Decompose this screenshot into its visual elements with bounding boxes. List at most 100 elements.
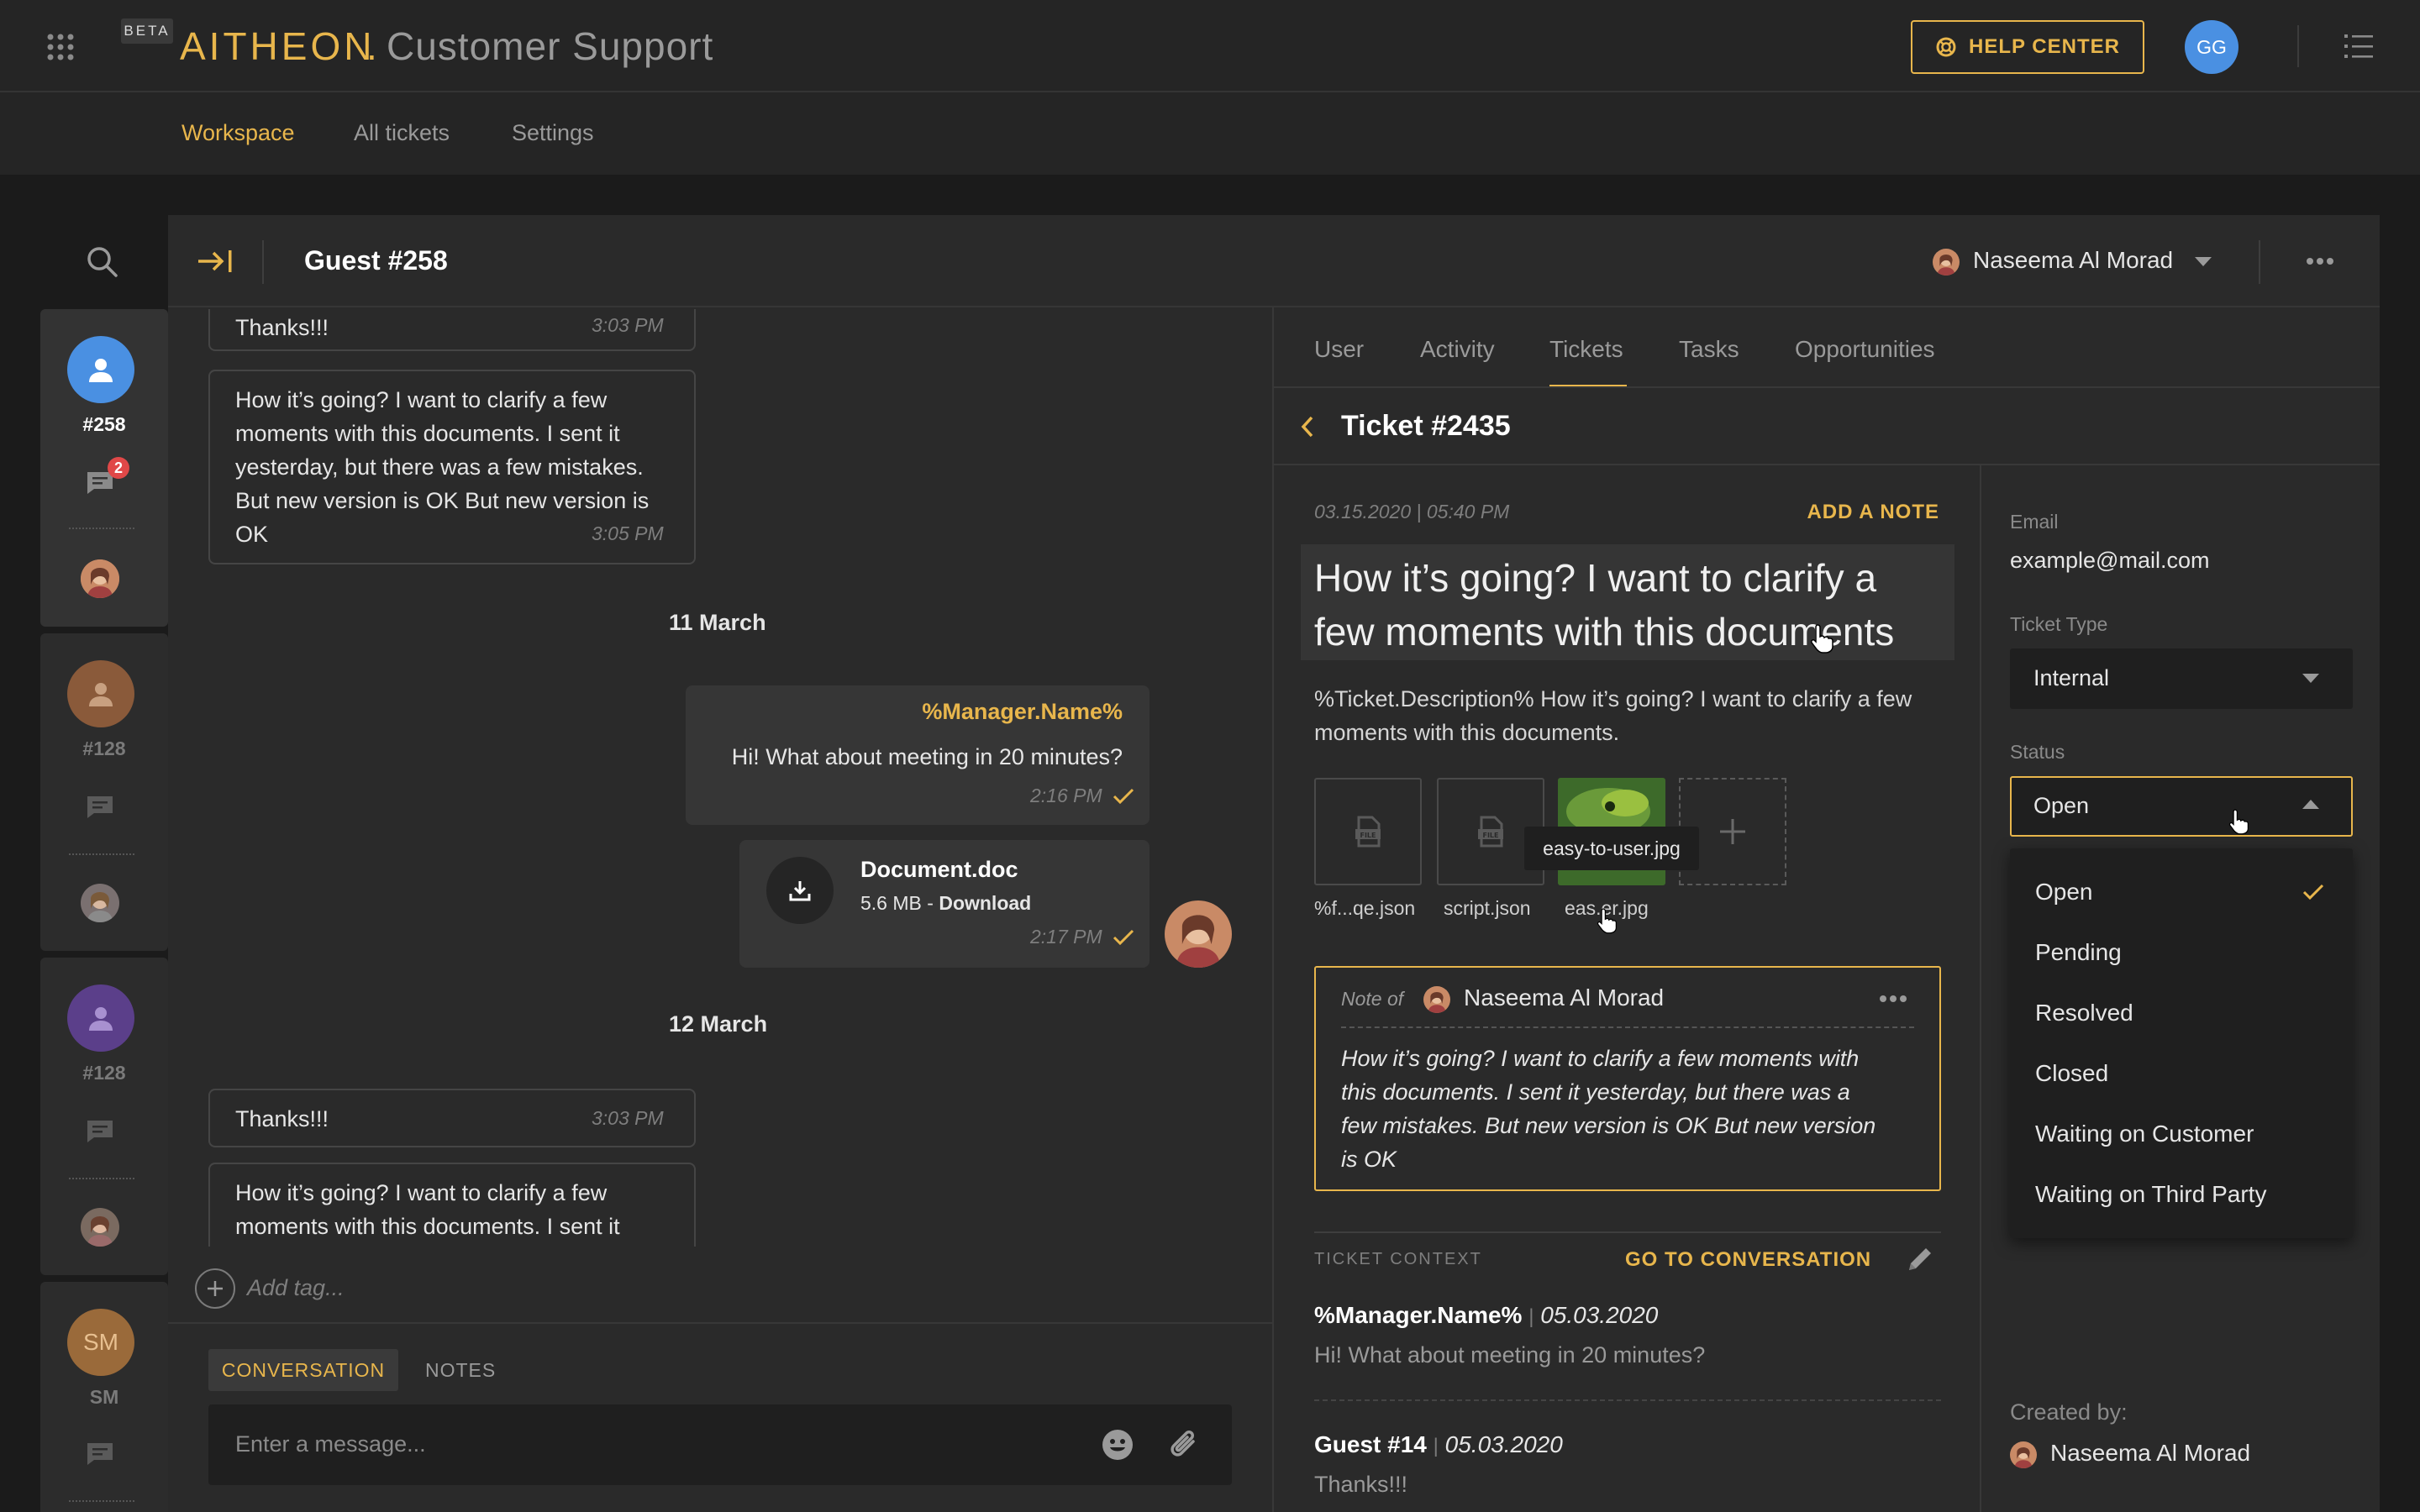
unread-badge: 2 [108,457,129,479]
created-by-label: Created by: [2010,1399,2128,1425]
context-text: Thanks!!! [1314,1472,1408,1497]
sent-check-icon [1113,929,1134,946]
tab-activity[interactable]: Activity [1420,336,1495,363]
user-avatar[interactable]: GG [2185,20,2238,74]
rail-label: SM [89,1386,119,1408]
context-sender: %Manager.Name% [1314,1302,1523,1328]
subject-line: few moments with this documents [1314,610,1895,654]
subject-line: How it’s going? I want to clarify a [1314,556,1877,600]
note-line: How it’s going? I want to clarify a few … [1341,1046,1860,1071]
ticket-subject[interactable]: How it’s going? I want to clarify a few … [1301,544,1954,660]
add-note-button[interactable]: ADD A NOTE [1807,501,1939,524]
beta-badge: BETA [121,18,173,44]
file-name[interactable]: Document.doc [860,857,1018,883]
tab-notes[interactable]: NOTES [425,1359,496,1382]
creator-name: Naseema Al Morad [2050,1440,2251,1466]
ticket-type-value: Internal [2033,665,2110,690]
status-option-waiting-customer[interactable]: Waiting on Customer [2035,1121,2254,1147]
nav-settings[interactable]: Settings [512,120,594,146]
tab-opportunities[interactable]: Opportunities [1795,336,1935,363]
attach-icon[interactable] [1168,1426,1202,1463]
description-line: %Ticket.Description% How it’s going? I w… [1314,686,1912,711]
plus-icon [208,1281,223,1296]
context-sender: Guest #14 [1314,1431,1427,1457]
emoji-icon[interactable] [1101,1428,1134,1462]
note-author-avatar [1423,986,1450,1013]
message-line: How it’s going? I want to clarify a few [235,387,608,412]
message-time: 3:03 PM [592,314,664,336]
chat-area: Thanks!!! 3:03 PM How it’s going? I want… [168,309,1272,1247]
ticket-header-divider [1274,464,2380,465]
lifebuoy-icon [1935,36,1957,58]
attachment-file[interactable]: FILE [1314,778,1422,885]
context-divider [1314,1231,1941,1233]
back-icon[interactable] [1301,415,1314,438]
status-value: Open [2033,793,2090,818]
status-label: Status [2010,741,2065,763]
avatar [67,984,134,1052]
status-option-closed[interactable]: Closed [2035,1060,2108,1087]
ticket-type-label: Ticket Type [2010,613,2108,635]
context-divider [1314,1399,1941,1401]
message-time: 3:05 PM [592,522,664,544]
message-sender: %Manager.Name% [922,699,1123,724]
status-option-pending[interactable]: Pending [2035,939,2122,966]
contact-photo [81,1208,119,1247]
collapse-icon[interactable] [197,249,234,274]
tab-tasks[interactable]: Tasks [1679,336,1739,363]
status-option-open[interactable]: Open [2035,879,2093,906]
note-prefix: Note of [1341,988,1404,1010]
status-dropdown-menu [2010,848,2353,1238]
tab-user[interactable]: User [1314,336,1364,363]
note-line: few mistakes. But new version is OK But … [1341,1113,1876,1138]
status-option-resolved[interactable]: Resolved [2035,1000,2133,1026]
chat-icon [86,795,114,820]
file-meta-separator: - [921,892,939,914]
tab-tickets[interactable]: Tickets [1549,336,1623,363]
person-icon [89,1007,113,1031]
rail-label: #128 [82,738,126,759]
pointer-cursor-icon [1597,907,1618,934]
go-to-conversation-link[interactable]: GO TO CONVERSATION [1625,1248,1871,1272]
nav-workspace[interactable]: Workspace [182,120,295,146]
composer-divider [168,1322,1272,1324]
chevron-down-icon [2195,257,2212,267]
message-text: Hi! What about meeting in 20 minutes? [731,744,1123,769]
note-line: is OK [1341,1147,1397,1172]
date-separator: 11 March [669,610,766,635]
ticket-title: Ticket #2435 [1341,410,1511,442]
svg-text:FILE: FILE [1360,832,1376,839]
plus-icon [1720,819,1745,844]
download-link[interactable]: Download [939,892,1031,914]
header-divider [2259,240,2260,284]
apps-grid-icon[interactable] [47,34,74,60]
message-time: 3:03 PM [592,1107,664,1129]
rail-divider [69,528,134,529]
add-tag-label[interactable]: Add tag... [247,1275,345,1301]
avatar [67,660,134,727]
download-icon [789,881,811,901]
context-text: Hi! What about meeting in 20 minutes? [1314,1342,1706,1368]
edit-icon[interactable] [1906,1245,1934,1273]
status-option-waiting-third-party[interactable]: Waiting on Third Party [2035,1181,2266,1208]
topbar-divider [2297,25,2299,67]
message-line: But new version is OK But new version is [235,488,650,513]
app-title: Customer Support [387,24,714,68]
add-tag-button[interactable] [195,1268,235,1309]
tab-conversation[interactable]: CONVERSATION [208,1349,398,1391]
message-line: moments with this documents. I sent it [235,421,620,446]
person-icon [89,359,113,382]
brand-logo[interactable]: AITHEON [180,24,375,69]
rail-search-icon[interactable] [86,245,119,279]
menu-list-icon[interactable] [2344,34,2373,59]
context-separator: | [1528,1305,1534,1328]
more-options-icon[interactable] [2306,257,2334,265]
help-center-button[interactable]: HELP CENTER [1911,20,2144,74]
download-button[interactable] [766,857,834,924]
ticket-timestamp: 03.15.2020 | 05:40 PM [1314,501,1510,522]
pointer-cursor-icon [2228,808,2250,835]
nav-all-tickets[interactable]: All tickets [354,120,450,146]
note-options-icon[interactable] [1879,995,1907,1003]
help-center-label: HELP CENTER [1969,35,2120,58]
note-author: Naseema Al Morad [1464,984,1665,1011]
